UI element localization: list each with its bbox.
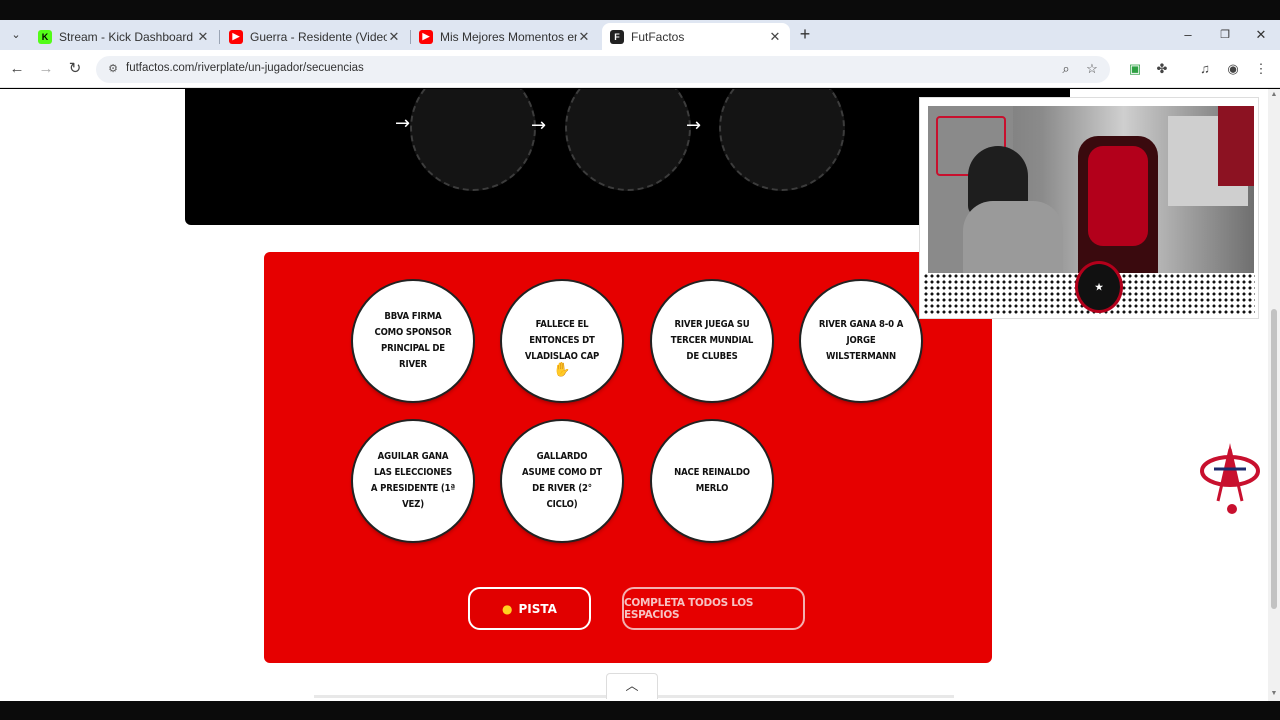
bookmark-star-icon[interactable]: ☆ [1084,61,1100,77]
arrow-icon: → [395,113,411,134]
page-scrollbar[interactable]: ▲ ▼ [1268,89,1280,701]
cards-panel: BBVA FIRMA COMO SPONSOR PRINCIPAL DE RIV… [264,252,992,663]
youtube-icon: ▶ [419,29,433,44]
event-card-text: AGUILAR GANA LAS ELECCIONES A PRESIDENTE… [370,451,456,510]
youtube-icon: ▶ [229,29,243,44]
top-border [0,0,1280,20]
window-close-button[interactable]: ✕ [1252,26,1270,44]
forward-arrow-icon[interactable]: → [37,60,55,78]
close-icon[interactable]: ✕ [577,29,591,45]
webcam-feed [928,106,1254,276]
tab-title: Guerra - Residente (Video Oficial) [250,29,387,44]
empty-sequence-slot[interactable] [565,89,691,191]
kick-icon: K [38,29,52,44]
tab-title: FutFactos [631,29,685,44]
minimize-button[interactable]: – [1179,26,1197,44]
scroll-down-arrow-icon[interactable]: ▼ [1269,689,1279,699]
hint-button-label: PISTA [518,601,557,616]
tab-divider [219,30,220,44]
tab-title: Mis Mejores Momentos en Fútbol [440,29,577,44]
new-tab-button[interactable]: + [796,25,814,44]
event-card-text: GALLARDO ASUME COMO DT DE RIVER (2° CICL… [522,451,602,510]
tab-mis-mejores-momentos[interactable]: ▶ Mis Mejores Momentos en Fútbol ✕ [411,23,599,50]
streamer-logo: ★ [1075,261,1123,313]
hand-cursor-icon: ✋ [553,361,571,377]
menu-kebab-icon[interactable]: ⋮ [1252,60,1270,78]
omnibox[interactable]: ⚙ futfactos.com/riverplate/un-jugador/se… [96,56,1110,83]
event-card-text: NACE REINALDO MERLO [674,467,750,494]
scroll-thumb[interactable] [1271,309,1277,609]
url-text[interactable]: futfactos.com/riverplate/un-jugador/secu… [126,62,364,74]
futfactos-icon: F [610,29,624,44]
event-card[interactable]: GALLARDO ASUME COMO DT DE RIVER (2° CICL… [502,421,622,541]
arrow-icon: → [531,115,547,136]
event-card[interactable]: NACE REINALDO MERLO [652,421,772,541]
event-card[interactable]: FALLECE EL ENTONCES DT VLADISLAO CAP [502,281,622,401]
tab-guerra-residente[interactable]: ▶ Guerra - Residente (Video Oficial) ✕ [221,23,409,50]
tab-bar: ⌄ K Stream - Kick Dashboard ✕ ▶ Guerra -… [0,20,1280,50]
event-card-text: FALLECE EL ENTONCES DT VLADISLAO CAP [524,319,600,362]
tab-search-chevron-icon[interactable]: ⌄ [6,26,26,44]
close-icon[interactable]: ✕ [387,29,401,45]
lightbulb-icon: ● [502,601,513,616]
tab-kick-dashboard[interactable]: K Stream - Kick Dashboard ✕ [30,23,218,50]
back-arrow-icon[interactable]: ← [8,60,26,78]
site-info-icon[interactable]: ⚙ [106,62,120,76]
address-bar: ← → ↻ ⚙ futfactos.com/riverplate/un-juga… [0,50,1280,88]
media-controls-icon[interactable]: ♫ [1196,60,1214,78]
event-card-text: RIVER GANA 8-0 A JORGE WILSTERMANN [818,319,904,362]
event-card-text: BBVA FIRMA COMO SPONSOR PRINCIPAL DE RIV… [374,311,452,370]
bottom-border [0,701,1280,720]
puzzle-extensions-icon[interactable]: ✤ [1153,60,1171,78]
restore-button[interactable]: ❐ [1216,26,1234,44]
close-icon[interactable]: ✕ [196,29,210,45]
event-card[interactable]: BBVA FIRMA COMO SPONSOR PRINCIPAL DE RIV… [353,281,473,401]
event-card[interactable]: RIVER GANA 8-0 A JORGE WILSTERMANN [801,281,921,401]
tab-title: Stream - Kick Dashboard [59,29,194,44]
zoom-icon[interactable]: ⌕ [1058,61,1074,77]
spiderman-icon [1200,443,1260,514]
scroll-to-top-button[interactable]: ︿ [606,673,658,699]
webcam-overlay: ★ [920,98,1258,318]
arrow-icon: → [686,115,702,136]
extension-icon[interactable]: ▣ [1126,60,1144,78]
profile-icon[interactable]: ◉ [1224,60,1242,78]
empty-sequence-slot[interactable] [719,89,845,191]
scroll-up-arrow-icon[interactable]: ▲ [1269,90,1279,100]
event-card[interactable]: AGUILAR GANA LAS ELECCIONES A PRESIDENTE… [353,421,473,541]
tab-futfactos[interactable]: F FutFactos ✕ [602,23,790,50]
complete-button-label: COMPLETA TODOS LOS ESPACIOS [624,596,754,621]
event-card[interactable]: RIVER JUEGA SU TERCER MUNDIAL DE CLUBES [652,281,772,401]
event-card-text: RIVER JUEGA SU TERCER MUNDIAL DE CLUBES [670,319,754,362]
complete-all-button[interactable]: COMPLETA TODOS LOS ESPACIOS [622,587,805,630]
empty-sequence-slot[interactable] [410,89,536,191]
reload-icon[interactable]: ↻ [66,60,84,78]
hint-button[interactable]: ● PISTA [468,587,591,630]
close-icon[interactable]: ✕ [768,29,782,45]
